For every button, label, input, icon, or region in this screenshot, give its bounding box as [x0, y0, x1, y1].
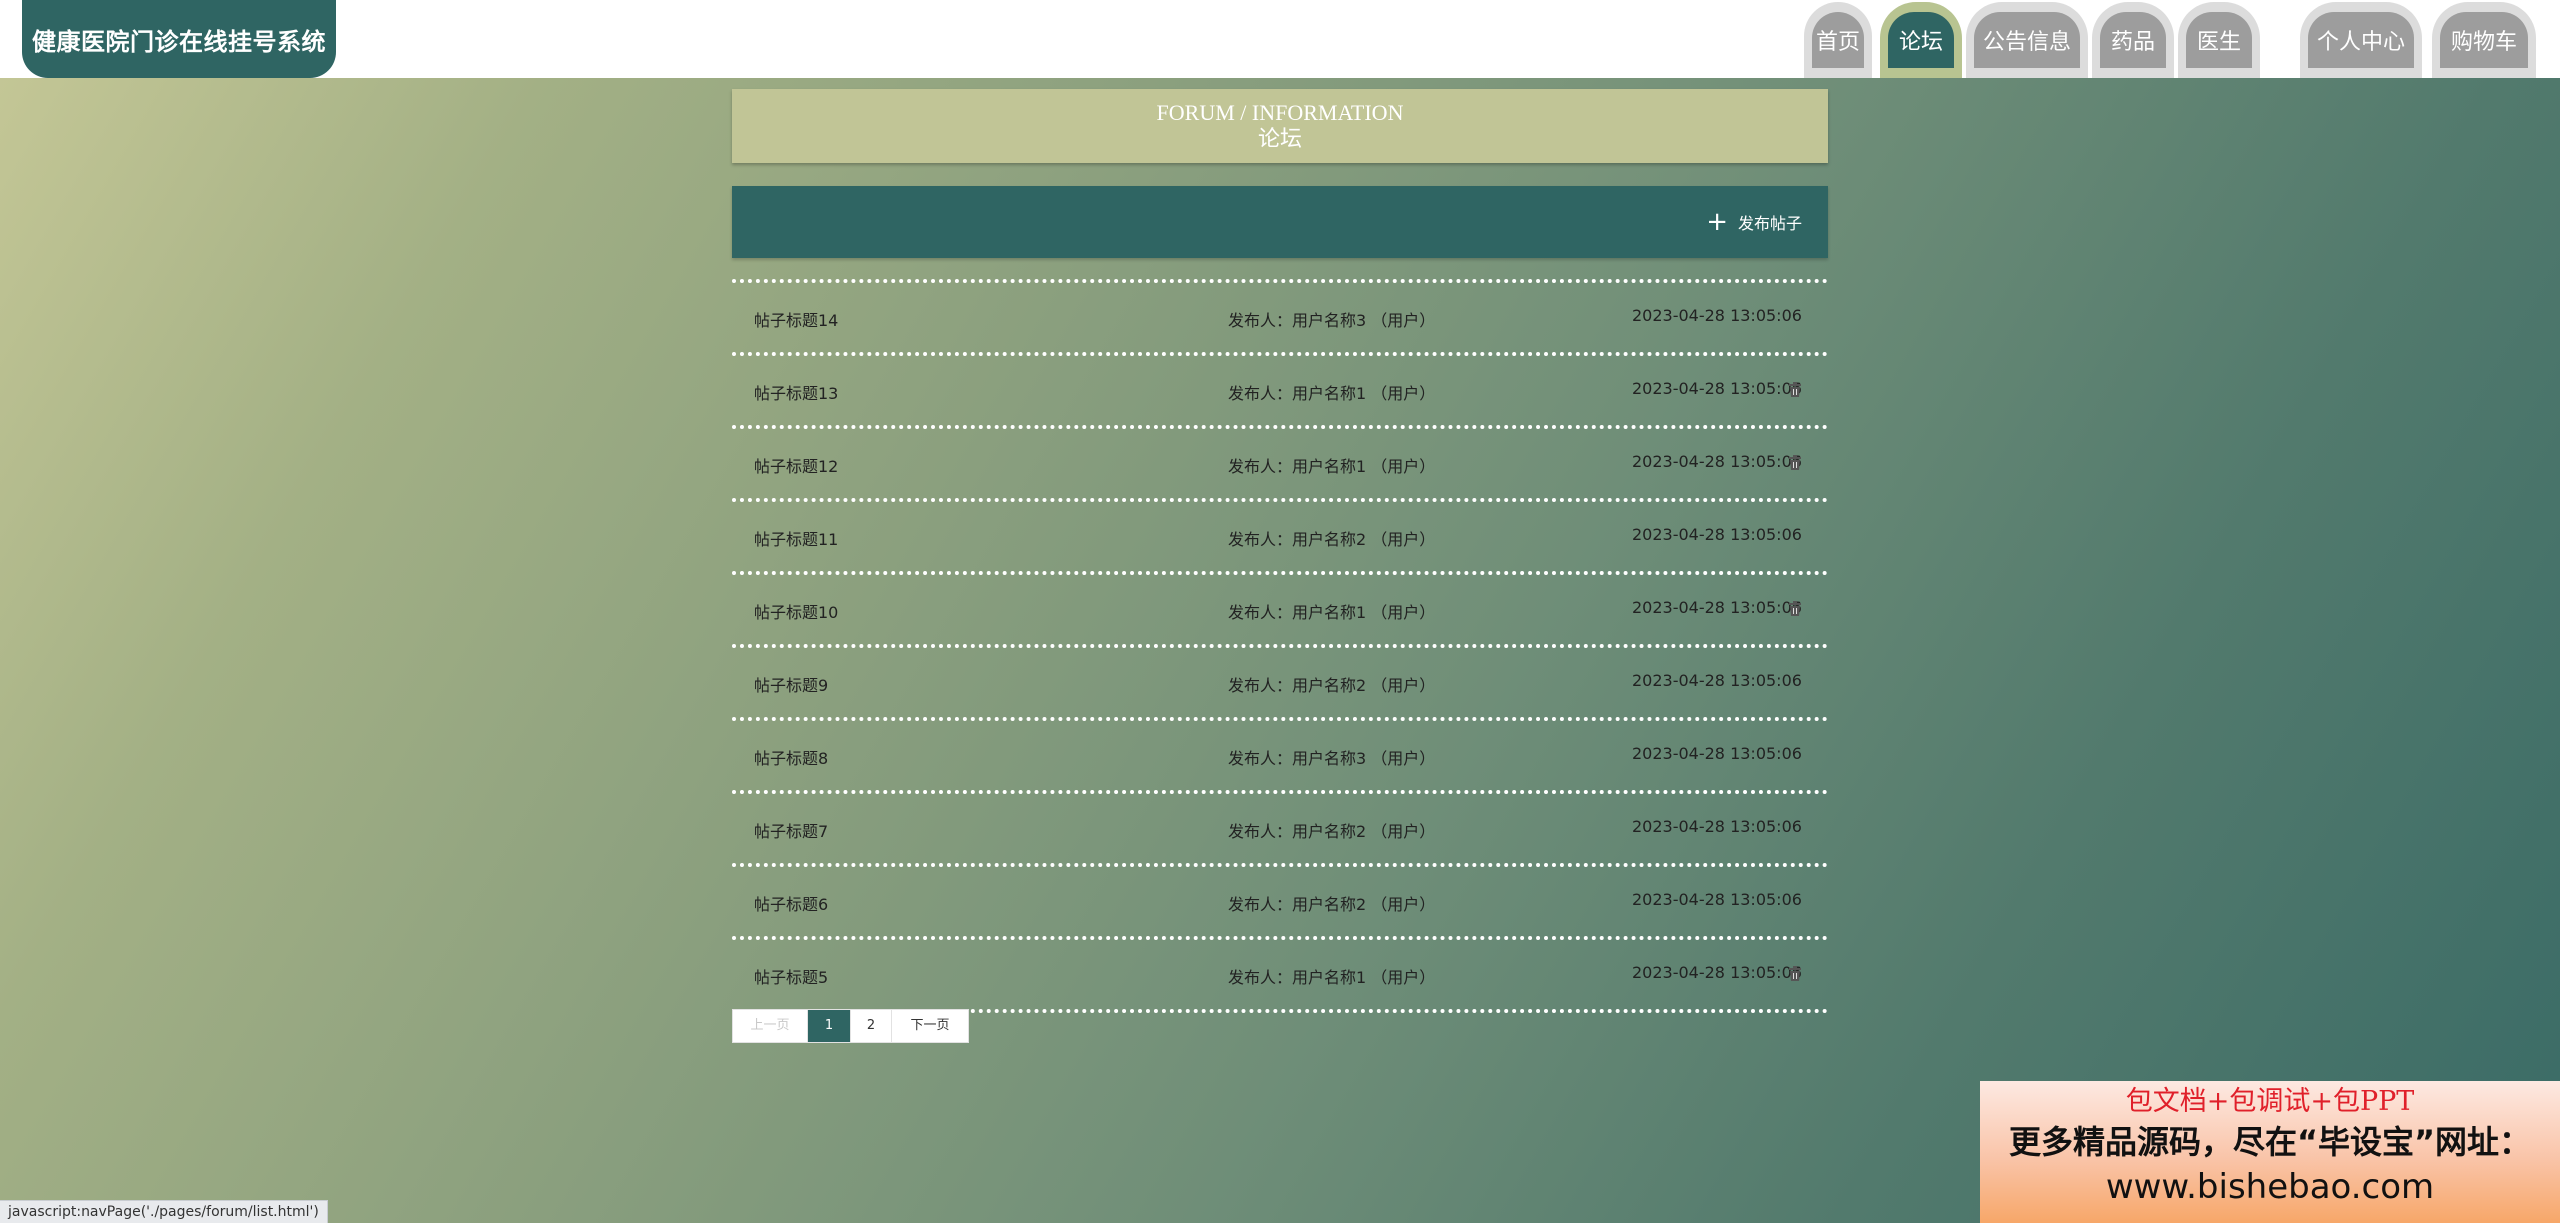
nav-tab-doctor[interactable]: 医生 [2178, 2, 2260, 78]
post-time: 2023-04-28 13:05:06 [1632, 525, 1802, 544]
post-title[interactable]: 帖子标题10 [754, 599, 838, 623]
post-author: 发布人：用户名称1 （用户） [1228, 968, 1436, 987]
post-time: 2023-04-28 13:05:06 [1632, 817, 1802, 836]
post-title[interactable]: 帖子标题14 [754, 307, 838, 331]
promo-banner[interactable]: 包文档+包调试+包PPT 更多精品源码，尽在“毕设宝”网址： www.bishe… [1980, 1081, 2560, 1223]
forum-post-row[interactable]: 帖子标题10 发布人：用户名称1 （用户） 2023-04-28 13:05:0… [732, 571, 1828, 644]
trash-icon[interactable] [1788, 966, 1802, 982]
forum-post-row[interactable]: 帖子标题7 发布人：用户名称2 （用户） 2023-04-28 13:05:06 [732, 790, 1828, 863]
post-time: 2023-04-28 13:05:06 [1632, 598, 1802, 617]
browser-status-bar: javascript:navPage('./pages/forum/list.h… [0, 1200, 328, 1223]
create-post-button[interactable]: + 发布帖子 [1706, 208, 1802, 236]
promo-line-1: 包文档+包调试+包PPT [2125, 1086, 2415, 1117]
post-author: 发布人：用户名称3 （用户） [1228, 311, 1436, 330]
plus-icon: + [1706, 207, 1728, 237]
promo-line-2: 更多精品源码，尽在“毕设宝”网址： [2008, 1123, 2532, 1161]
app-title: 健康医院门诊在线挂号系统 [22, 0, 336, 78]
post-title[interactable]: 帖子标题11 [754, 526, 838, 550]
page-button-2[interactable]: 2 [851, 1010, 892, 1042]
nav-tab-profile[interactable]: 个人中心 [2300, 2, 2422, 78]
pagination: 上一页 1 2 下一页 [732, 1009, 969, 1043]
action-bar: + 发布帖子 [732, 186, 1828, 258]
post-time: 2023-04-28 13:05:06 [1632, 744, 1802, 763]
create-post-label: 发布帖子 [1737, 214, 1802, 233]
post-time: 2023-04-28 13:05:06 [1632, 890, 1802, 909]
nav-tab-label: 公告信息 [1974, 12, 2080, 68]
forum-post-row[interactable]: 帖子标题5 发布人：用户名称1 （用户） 2023-04-28 13:05:06 [732, 936, 1828, 1013]
post-author: 发布人：用户名称1 （用户） [1228, 457, 1436, 476]
post-time: 2023-04-28 13:05:06 [1632, 963, 1802, 982]
post-time: 2023-04-28 13:05:06 [1632, 379, 1802, 398]
trash-icon[interactable] [1788, 601, 1802, 617]
page-button-1[interactable]: 1 [808, 1010, 851, 1042]
forum-post-list: 帖子标题14 发布人：用户名称3 （用户） 2023-04-28 13:05:0… [732, 279, 1828, 1013]
trash-icon[interactable] [1788, 455, 1802, 471]
post-author: 发布人：用户名称2 （用户） [1228, 822, 1436, 841]
forum-post-row[interactable]: 帖子标题12 发布人：用户名称1 （用户） 2023-04-28 13:05:0… [732, 425, 1828, 498]
post-title[interactable]: 帖子标题5 [754, 964, 828, 988]
nav-tab-cart[interactable]: 购物车 [2432, 2, 2536, 78]
post-title[interactable]: 帖子标题8 [754, 745, 828, 769]
nav-tab-medicine[interactable]: 药品 [2092, 2, 2174, 78]
post-author: 发布人：用户名称1 （用户） [1228, 603, 1436, 622]
forum-post-row[interactable]: 帖子标题9 发布人：用户名称2 （用户） 2023-04-28 13:05:06 [732, 644, 1828, 717]
prev-page-button[interactable]: 上一页 [733, 1010, 808, 1042]
nav-tab-label: 首页 [1812, 12, 1864, 68]
post-author: 发布人：用户名称2 （用户） [1228, 676, 1436, 695]
nav-tab-home[interactable]: 首页 [1804, 2, 1872, 78]
post-time: 2023-04-28 13:05:06 [1632, 671, 1802, 690]
page-title-banner: FORUM / INFORMATION 论坛 [732, 89, 1828, 163]
nav-tab-label: 论坛 [1888, 12, 1954, 68]
post-title[interactable]: 帖子标题7 [754, 818, 828, 842]
forum-post-row[interactable]: 帖子标题14 发布人：用户名称3 （用户） 2023-04-28 13:05:0… [732, 279, 1828, 352]
nav-tab-announcements[interactable]: 公告信息 [1966, 2, 2088, 78]
post-author: 发布人：用户名称2 （用户） [1228, 530, 1436, 549]
post-title[interactable]: 帖子标题6 [754, 891, 828, 915]
nav-tab-label: 购物车 [2440, 12, 2528, 68]
post-author: 发布人：用户名称3 （用户） [1228, 749, 1436, 768]
post-author: 发布人：用户名称2 （用户） [1228, 895, 1436, 914]
top-bar: 健康医院门诊在线挂号系统 首页 论坛 公告信息 药品 医生 个人中心 购物车 [0, 0, 2560, 78]
nav-tab-label: 个人中心 [2308, 12, 2414, 68]
post-time: 2023-04-28 13:05:06 [1632, 306, 1802, 325]
post-title[interactable]: 帖子标题12 [754, 453, 838, 477]
forum-post-row[interactable]: 帖子标题6 发布人：用户名称2 （用户） 2023-04-28 13:05:06 [732, 863, 1828, 936]
page-title-en: FORUM / INFORMATION [1156, 100, 1404, 125]
trash-icon[interactable] [1788, 382, 1802, 398]
forum-post-row[interactable]: 帖子标题8 发布人：用户名称3 （用户） 2023-04-28 13:05:06 [732, 717, 1828, 790]
next-page-button[interactable]: 下一页 [892, 1010, 968, 1042]
post-title[interactable]: 帖子标题9 [754, 672, 828, 696]
nav-tab-label: 医生 [2186, 12, 2252, 68]
promo-line-3: www.bishebao.com [2105, 1167, 2435, 1207]
forum-post-row[interactable]: 帖子标题13 发布人：用户名称1 （用户） 2023-04-28 13:05:0… [732, 352, 1828, 425]
forum-post-row[interactable]: 帖子标题11 发布人：用户名称2 （用户） 2023-04-28 13:05:0… [732, 498, 1828, 571]
post-title[interactable]: 帖子标题13 [754, 380, 838, 404]
post-time: 2023-04-28 13:05:06 [1632, 452, 1802, 471]
nav-tab-label: 药品 [2100, 12, 2166, 68]
page-title-cn: 论坛 [1257, 126, 1302, 151]
post-author: 发布人：用户名称1 （用户） [1228, 384, 1436, 403]
nav-tab-forum[interactable]: 论坛 [1880, 2, 1962, 78]
